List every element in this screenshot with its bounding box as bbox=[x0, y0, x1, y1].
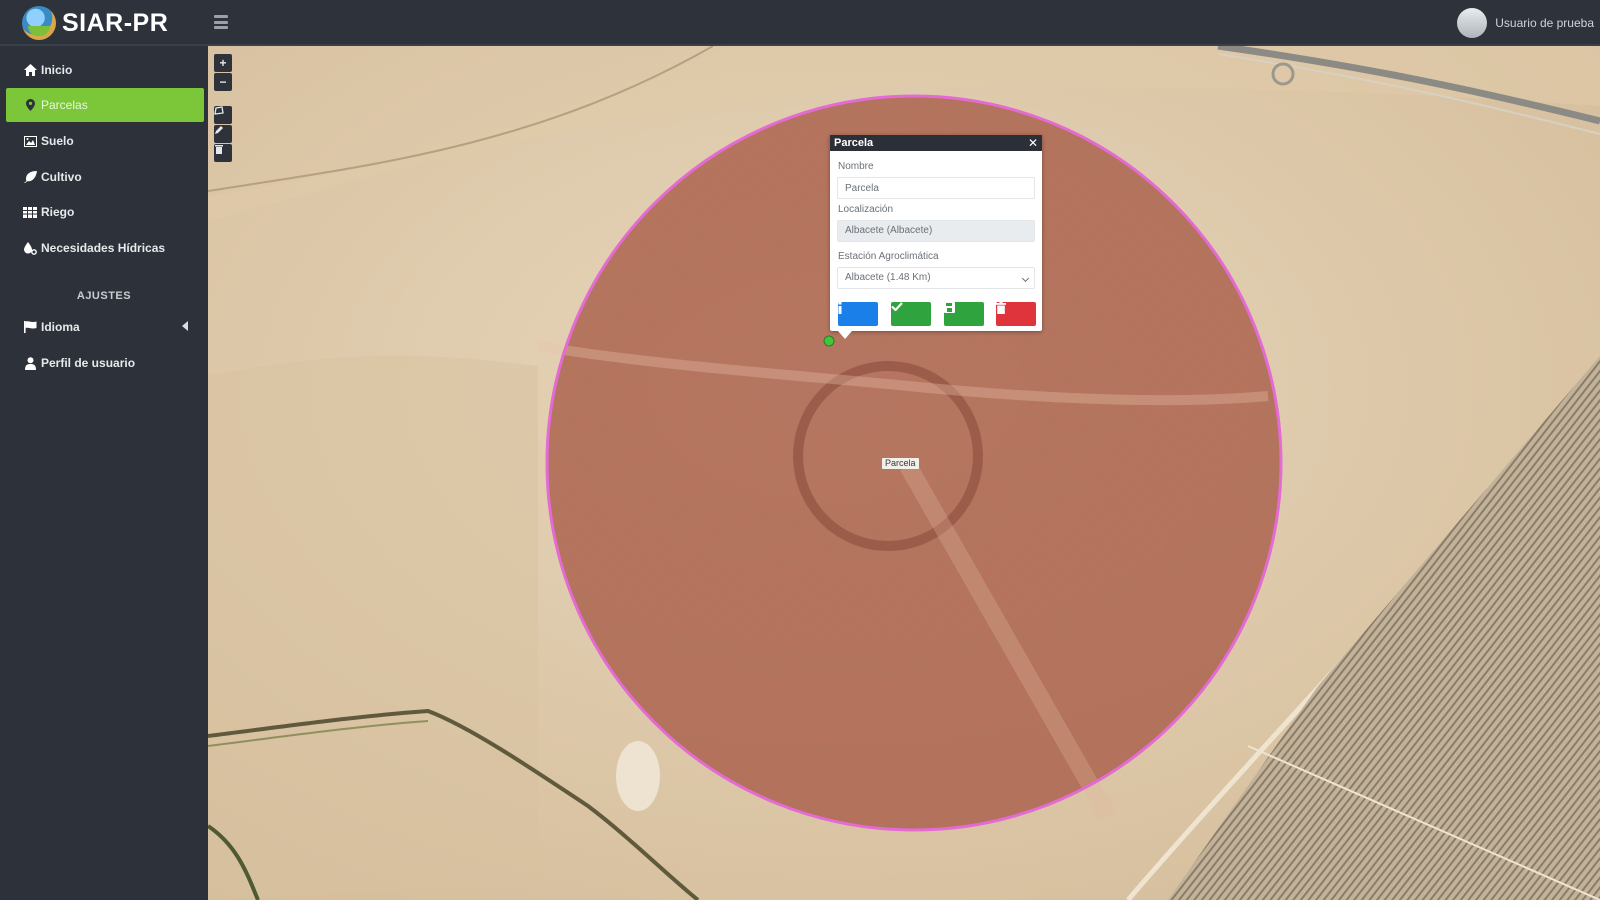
sidebar-item-label: Parcelas bbox=[41, 98, 88, 112]
flag-icon bbox=[22, 321, 38, 333]
top-bar: SIAR-PR Usuario de prueba bbox=[0, 0, 1600, 46]
parcel-label: Parcela bbox=[882, 458, 919, 469]
leaf-icon bbox=[22, 171, 38, 183]
confirm-button[interactable] bbox=[891, 302, 931, 326]
app-logo-icon bbox=[22, 6, 56, 40]
station-select-value: Albacete (1.48 Km) bbox=[845, 272, 931, 283]
sidebar-item-parcelas[interactable]: Parcelas bbox=[6, 88, 204, 122]
user-name: Usuario de prueba bbox=[1495, 16, 1594, 30]
chevron-left-icon bbox=[182, 321, 188, 331]
sidebar: Inicio Parcelas Suelo Cultivo Riego Nece… bbox=[0, 46, 208, 900]
parcel-popup: Parcela ✕ Nombre Localización Albacete (… bbox=[830, 135, 1042, 339]
parcel-vertex-marker bbox=[823, 335, 835, 347]
app-title: SIAR-PR bbox=[62, 8, 169, 37]
popup-title: Parcela bbox=[834, 137, 874, 149]
station-select[interactable]: Albacete (1.48 Km) bbox=[837, 267, 1035, 289]
sidebar-item-perfil-de-usuario[interactable]: Perfil de usuario bbox=[6, 346, 204, 380]
sidebar-item-label: Riego bbox=[41, 205, 75, 219]
name-label: Nombre bbox=[838, 161, 874, 172]
chevron-down-icon bbox=[1021, 274, 1030, 283]
info-button[interactable] bbox=[838, 302, 878, 326]
edit-layers-button[interactable] bbox=[214, 125, 232, 143]
water-icon bbox=[22, 241, 38, 255]
avatar bbox=[1457, 8, 1488, 38]
map-marker-icon bbox=[22, 99, 38, 111]
close-icon[interactable]: ✕ bbox=[1027, 135, 1039, 151]
sidebar-item-riego[interactable]: Riego bbox=[6, 195, 204, 229]
user-menu[interactable]: Usuario de prueba bbox=[1457, 8, 1594, 38]
location-label: Localización bbox=[838, 204, 894, 215]
name-input[interactable] bbox=[837, 177, 1035, 199]
sidebar-item-label: Suelo bbox=[41, 134, 74, 148]
save-button[interactable] bbox=[944, 302, 984, 326]
station-label: Estación Agroclimática bbox=[838, 251, 939, 262]
popup-header: Parcela ✕ bbox=[830, 135, 1042, 151]
brand[interactable]: SIAR-PR bbox=[0, 0, 208, 46]
sidebar-item-cultivo[interactable]: Cultivo bbox=[6, 160, 204, 194]
sidebar-item-label: Inicio bbox=[41, 63, 73, 77]
zoom-out-button[interactable]: − bbox=[214, 73, 232, 91]
zoom-in-button[interactable]: + bbox=[214, 54, 232, 72]
sidebar-item-necesidades-hidricas[interactable]: Necesidades Hídricas bbox=[6, 231, 204, 265]
menu-toggle-icon[interactable] bbox=[214, 15, 228, 29]
table-icon bbox=[22, 206, 38, 218]
sidebar-item-label: Idioma bbox=[41, 320, 80, 334]
sidebar-item-label: Cultivo bbox=[41, 170, 82, 184]
delete-layers-button[interactable] bbox=[214, 144, 232, 162]
sidebar-item-inicio[interactable]: Inicio bbox=[6, 53, 204, 87]
home-icon bbox=[22, 64, 38, 76]
draw-polygon-button[interactable] bbox=[214, 106, 232, 124]
sidebar-item-label: Necesidades Hídricas bbox=[41, 241, 166, 255]
image-icon bbox=[22, 135, 38, 147]
sidebar-item-suelo[interactable]: Suelo bbox=[6, 124, 204, 158]
sidebar-item-idioma[interactable]: Idioma bbox=[6, 310, 204, 344]
location-field: Albacete (Albacete) bbox=[837, 220, 1035, 242]
map-view[interactable]: Parcela + − Parcela ✕ Nombre Localizació… bbox=[208, 46, 1600, 900]
delete-button[interactable] bbox=[996, 302, 1036, 326]
sidebar-item-label: Perfil de usuario bbox=[41, 356, 136, 370]
settings-section-title: AJUSTES bbox=[76, 290, 132, 302]
user-icon bbox=[22, 356, 38, 370]
